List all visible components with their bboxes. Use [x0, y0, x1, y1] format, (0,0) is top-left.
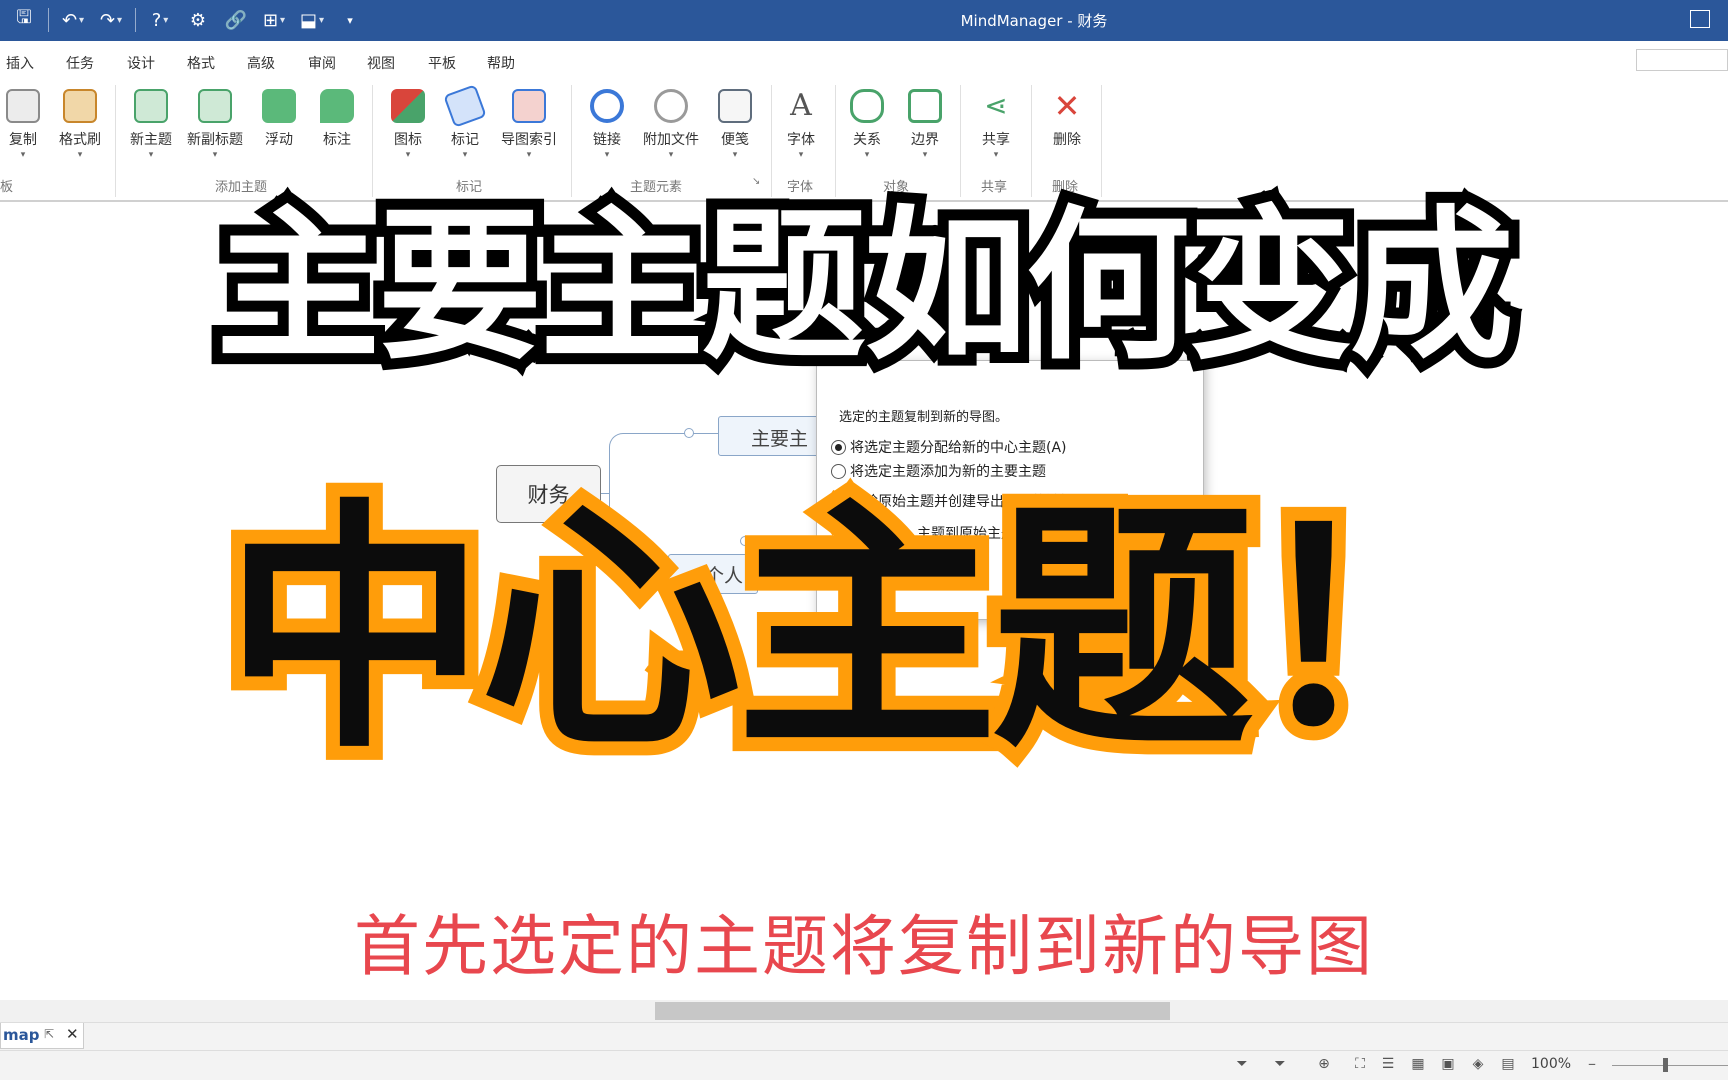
dialog-description: 选定的主题复制到新的导图。 [839, 410, 1009, 425]
zoom-out-button[interactable]: – [1588, 1054, 1596, 1073]
hyperlink-icon [590, 89, 624, 123]
scrollbar-thumb[interactable] [655, 1002, 1170, 1020]
zoom-slider-knob[interactable] [1663, 1058, 1668, 1072]
new-topic-label: 新主题 [130, 132, 172, 148]
overlay-headline: 主要主题如何变成 [205, 191, 1525, 382]
zoom-slider[interactable] [1612, 1065, 1728, 1066]
menu-item-review[interactable]: 审阅 [308, 53, 336, 73]
collapse-handle[interactable] [684, 428, 694, 438]
gantt-icon[interactable]: ▤ [1498, 1056, 1518, 1074]
map-index-icon [512, 89, 546, 123]
chevron-down-icon: ▾ [212, 150, 218, 160]
fit-icon[interactable]: ⛶ [1350, 1056, 1370, 1074]
attach-file-button[interactable]: 附加文件 ▾ [636, 89, 706, 164]
menu-item-view[interactable]: 视图 [367, 53, 395, 73]
dialog-launcher-icon[interactable]: ↘ [752, 176, 760, 187]
new-subtopic-icon [198, 89, 232, 123]
attach-file-label: 附加文件 [643, 132, 699, 148]
delete-label: 删除 [1053, 132, 1081, 148]
zoom-level[interactable]: 100% [1531, 1056, 1571, 1072]
option-assign-central[interactable]: 将选定主题分配给新的中心主题(A) [831, 437, 1067, 457]
relationship-icon [850, 89, 884, 123]
share-label: 共享 [982, 132, 1010, 148]
ribbon: 复制 ▾ 格式刷 ▾ 新主题 ▾ 新副标题 ▾ 浮动 标注 添加主题 图标 ▾ … [0, 79, 1728, 202]
map-index-label: 导图索引 [501, 132, 557, 148]
overlay-headline-emphasis: 中心主题！ [210, 478, 1524, 783]
hyperlink-label: 链接 [593, 132, 621, 148]
map-index-button[interactable]: 导图索引 ▾ [494, 89, 564, 164]
chevron-down-icon: ▾ [462, 150, 468, 160]
tags-label: 标记 [451, 132, 479, 148]
menu-item-design[interactable]: 设计 [127, 53, 155, 73]
font-label: 字体 [787, 132, 815, 148]
overlay-subtitle: 首先选定的主题将复制到新的导图 [354, 908, 1374, 985]
callout-button[interactable]: 标注 [302, 89, 372, 164]
group-divider [1101, 85, 1102, 197]
attach-file-icon [654, 89, 688, 123]
menu-item-tablet[interactable]: 平板 [428, 53, 456, 73]
option-assign-label: 将选定主题分配给新的中心主题(A) [850, 440, 1067, 456]
chevron-down-icon: ▾ [604, 150, 610, 160]
new-subtopic-label: 新副标题 [187, 132, 243, 148]
menu-bar: 插入 任务 设计 格式 高级 审阅 视图 平板 帮助 [0, 41, 1728, 79]
menu-item-help[interactable]: 帮助 [487, 53, 515, 73]
boundary-button[interactable]: 边界 ▾ [890, 89, 960, 164]
format-painter-label: 格式刷 [59, 132, 101, 148]
title-bar: 🖫 ↶ ▾ ↷ ▾ ? ▾ ⚙ 🔗 ⊞ ▾ ⬓ ▾ ▾ MindManager - 财务 [0, 0, 1728, 41]
chevron-down-icon: ▾ [798, 150, 804, 160]
share-icon: ⋖ [984, 89, 1008, 122]
delete-button[interactable]: ✕ 删除 [1032, 89, 1102, 164]
icons-icon [391, 89, 425, 123]
chevron-down-icon: ▾ [668, 150, 674, 160]
floating-topic-icon [262, 89, 296, 123]
callout-label: 标注 [323, 132, 351, 148]
chevron-down-icon: ▾ [77, 150, 83, 160]
search-input[interactable] [1636, 49, 1728, 71]
menu-item-advanced[interactable]: 高级 [247, 53, 275, 73]
chevron-down-icon: ▾ [993, 150, 999, 160]
hyperlink-button[interactable]: 链接 ▾ [572, 89, 642, 164]
menu-item-format[interactable]: 格式 [187, 53, 215, 73]
add-icon[interactable]: ⊕ [1314, 1056, 1334, 1074]
radio-unselected[interactable] [831, 463, 846, 479]
restore-window-button[interactable] [1690, 10, 1710, 28]
boundary-label: 边界 [911, 132, 939, 148]
chevron-down-icon: ▾ [922, 150, 928, 160]
filter-options-icon[interactable]: ⏷ [1270, 1056, 1290, 1074]
delete-icon: ✕ [1053, 87, 1081, 125]
share-button[interactable]: ⋖ 共享 ▾ [961, 89, 1031, 164]
chevron-down-icon: ▾ [526, 150, 532, 160]
tags-button[interactable]: 标记 ▾ [430, 84, 500, 164]
notes-button[interactable]: 便笺 ▾ [700, 89, 770, 164]
format-painter-button[interactable]: 格式刷 ▾ [45, 89, 115, 164]
tag-icon[interactable]: ◈ [1468, 1056, 1488, 1074]
notes-label: 便笺 [721, 132, 749, 148]
filter-icon[interactable]: ⏷ [1232, 1056, 1252, 1074]
callout-icon [320, 89, 354, 123]
font-button[interactable]: A 字体 ▾ [766, 89, 836, 164]
boundary-icon [908, 89, 942, 123]
new-topic-button[interactable]: 新主题 ▾ [116, 89, 186, 164]
new-topic-icon [134, 89, 168, 123]
menu-item-insert[interactable]: 插入 [6, 53, 34, 73]
notes-icon [718, 89, 752, 123]
menu-item-task[interactable]: 任务 [66, 53, 94, 73]
chevron-down-icon: ▾ [732, 150, 738, 160]
app-window: 🖫 ↶ ▾ ↷ ▾ ? ▾ ⚙ 🔗 ⊞ ▾ ⬓ ▾ ▾ MindManager - 财务 … [0, 0, 1728, 1080]
calendar-icon[interactable]: ▦ [1408, 1056, 1428, 1074]
chevron-down-icon: ▾ [148, 150, 154, 160]
new-subtopic-button[interactable]: 新副标题 ▾ [180, 89, 250, 164]
format-painter-icon [63, 89, 97, 123]
group-label-clipboard: 板 [0, 180, 14, 195]
popout-icon[interactable]: ⇱ [44, 1027, 54, 1041]
document-tab-bar [0, 1022, 1728, 1050]
tags-icon [443, 84, 487, 128]
window-title: MindManager - 财务 [960, 12, 1108, 30]
copy-icon [6, 89, 40, 123]
outline-icon[interactable]: ☰ [1378, 1056, 1398, 1074]
font-icon: A [790, 88, 812, 123]
radio-selected[interactable] [831, 439, 846, 455]
tasks-icon[interactable]: ▣ [1438, 1056, 1458, 1074]
close-icon[interactable]: ✕ [66, 1025, 79, 1043]
